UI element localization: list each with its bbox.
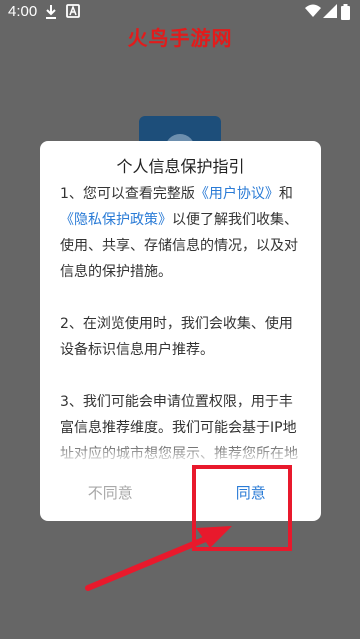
annotation-arrow-icon: [85, 526, 232, 591]
